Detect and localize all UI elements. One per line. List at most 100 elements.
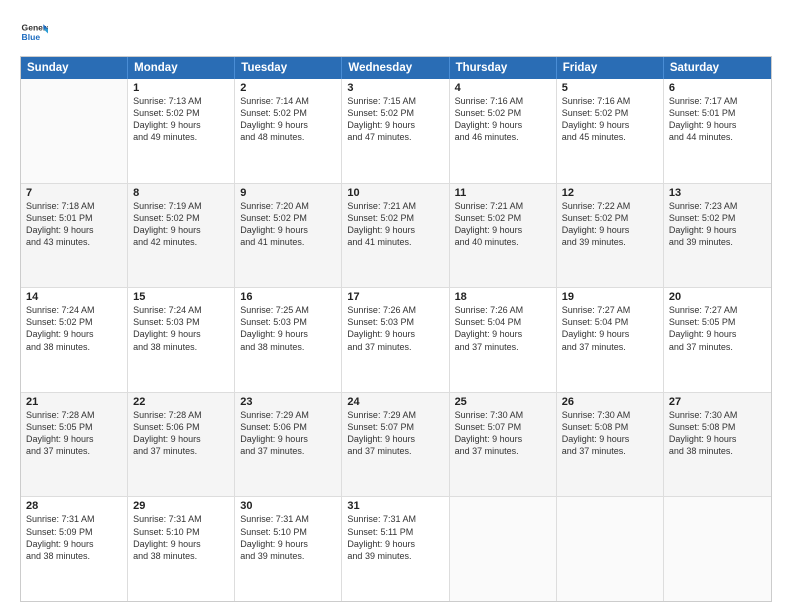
cal-cell-5-1: 28Sunrise: 7:31 AMSunset: 5:09 PMDayligh…	[21, 497, 128, 601]
cal-cell-4-2: 22Sunrise: 7:28 AMSunset: 5:06 PMDayligh…	[128, 393, 235, 497]
header-cell-friday: Friday	[557, 57, 664, 79]
cell-info-line: and 39 minutes.	[347, 550, 443, 562]
cal-cell-1-4: 3Sunrise: 7:15 AMSunset: 5:02 PMDaylight…	[342, 79, 449, 183]
cal-cell-4-4: 24Sunrise: 7:29 AMSunset: 5:07 PMDayligh…	[342, 393, 449, 497]
cell-info-line: Sunset: 5:08 PM	[562, 421, 658, 433]
cell-info-line: Sunset: 5:02 PM	[455, 212, 551, 224]
header-cell-monday: Monday	[128, 57, 235, 79]
cell-info-line: Sunset: 5:06 PM	[133, 421, 229, 433]
cell-info-line: Daylight: 9 hours	[26, 433, 122, 445]
cell-info-line: Sunrise: 7:29 AM	[347, 409, 443, 421]
cell-info-line: and 37 minutes.	[562, 445, 658, 457]
cell-info-line: and 37 minutes.	[455, 445, 551, 457]
cell-info-line: Sunset: 5:03 PM	[133, 316, 229, 328]
cell-info-line: and 48 minutes.	[240, 131, 336, 143]
cell-info-line: Sunrise: 7:24 AM	[133, 304, 229, 316]
cell-info-line: Sunrise: 7:29 AM	[240, 409, 336, 421]
cell-info-line: and 39 minutes.	[669, 236, 766, 248]
cal-cell-2-1: 7Sunrise: 7:18 AMSunset: 5:01 PMDaylight…	[21, 184, 128, 288]
cell-info-line: Sunrise: 7:19 AM	[133, 200, 229, 212]
cell-info-line: Sunset: 5:03 PM	[240, 316, 336, 328]
day-number: 5	[562, 82, 658, 94]
cell-info-line: Sunset: 5:02 PM	[347, 107, 443, 119]
cell-info-line: Sunrise: 7:21 AM	[347, 200, 443, 212]
cell-info-line: Sunrise: 7:20 AM	[240, 200, 336, 212]
svg-text:Blue: Blue	[22, 32, 41, 42]
cal-cell-2-5: 11Sunrise: 7:21 AMSunset: 5:02 PMDayligh…	[450, 184, 557, 288]
cal-cell-3-1: 14Sunrise: 7:24 AMSunset: 5:02 PMDayligh…	[21, 288, 128, 392]
cell-info-line: Daylight: 9 hours	[562, 119, 658, 131]
cell-info-line: and 38 minutes.	[26, 341, 122, 353]
day-number: 2	[240, 82, 336, 94]
calendar-body: 1Sunrise: 7:13 AMSunset: 5:02 PMDaylight…	[21, 79, 771, 601]
week-row-2: 7Sunrise: 7:18 AMSunset: 5:01 PMDaylight…	[21, 184, 771, 289]
cell-info-line: Sunrise: 7:30 AM	[669, 409, 766, 421]
cell-info-line: Sunrise: 7:28 AM	[26, 409, 122, 421]
cell-info-line: and 37 minutes.	[669, 341, 766, 353]
cell-info-line: Daylight: 9 hours	[562, 224, 658, 236]
day-number: 6	[669, 82, 766, 94]
cell-info-line: Sunset: 5:02 PM	[455, 107, 551, 119]
day-number: 22	[133, 396, 229, 408]
cell-info-line: Sunset: 5:05 PM	[26, 421, 122, 433]
day-number: 29	[133, 500, 229, 512]
day-number: 7	[26, 187, 122, 199]
cell-info-line: Daylight: 9 hours	[669, 119, 766, 131]
day-number: 23	[240, 396, 336, 408]
cell-info-line: Sunset: 5:03 PM	[347, 316, 443, 328]
cell-info-line: Daylight: 9 hours	[26, 538, 122, 550]
cell-info-line: and 37 minutes.	[562, 341, 658, 353]
cell-info-line: Sunset: 5:02 PM	[133, 107, 229, 119]
cal-cell-4-1: 21Sunrise: 7:28 AMSunset: 5:05 PMDayligh…	[21, 393, 128, 497]
cal-cell-1-1	[21, 79, 128, 183]
cell-info-line: Daylight: 9 hours	[455, 433, 551, 445]
cell-info-line: Sunset: 5:02 PM	[26, 316, 122, 328]
day-number: 3	[347, 82, 443, 94]
cell-info-line: Sunset: 5:10 PM	[240, 526, 336, 538]
week-row-5: 28Sunrise: 7:31 AMSunset: 5:09 PMDayligh…	[21, 497, 771, 601]
cal-cell-1-5: 4Sunrise: 7:16 AMSunset: 5:02 PMDaylight…	[450, 79, 557, 183]
cell-info-line: Sunset: 5:10 PM	[133, 526, 229, 538]
day-number: 30	[240, 500, 336, 512]
cell-info-line: Sunset: 5:07 PM	[455, 421, 551, 433]
cal-cell-4-3: 23Sunrise: 7:29 AMSunset: 5:06 PMDayligh…	[235, 393, 342, 497]
cell-info-line: Daylight: 9 hours	[133, 224, 229, 236]
cell-info-line: Sunset: 5:04 PM	[455, 316, 551, 328]
header: General Blue	[20, 18, 772, 46]
cell-info-line: Sunrise: 7:16 AM	[455, 95, 551, 107]
cal-cell-3-3: 16Sunrise: 7:25 AMSunset: 5:03 PMDayligh…	[235, 288, 342, 392]
cell-info-line: and 45 minutes.	[562, 131, 658, 143]
day-number: 16	[240, 291, 336, 303]
cal-cell-5-3: 30Sunrise: 7:31 AMSunset: 5:10 PMDayligh…	[235, 497, 342, 601]
day-number: 9	[240, 187, 336, 199]
cell-info-line: Daylight: 9 hours	[240, 433, 336, 445]
cal-cell-2-7: 13Sunrise: 7:23 AMSunset: 5:02 PMDayligh…	[664, 184, 771, 288]
day-number: 12	[562, 187, 658, 199]
cell-info-line: Daylight: 9 hours	[133, 538, 229, 550]
cal-cell-4-6: 26Sunrise: 7:30 AMSunset: 5:08 PMDayligh…	[557, 393, 664, 497]
cell-info-line: and 47 minutes.	[347, 131, 443, 143]
cell-info-line: Daylight: 9 hours	[669, 224, 766, 236]
cal-cell-1-7: 6Sunrise: 7:17 AMSunset: 5:01 PMDaylight…	[664, 79, 771, 183]
cell-info-line: Sunrise: 7:30 AM	[562, 409, 658, 421]
week-row-3: 14Sunrise: 7:24 AMSunset: 5:02 PMDayligh…	[21, 288, 771, 393]
cell-info-line: Sunrise: 7:15 AM	[347, 95, 443, 107]
cal-cell-2-2: 8Sunrise: 7:19 AMSunset: 5:02 PMDaylight…	[128, 184, 235, 288]
cell-info-line: Sunset: 5:02 PM	[562, 212, 658, 224]
day-number: 28	[26, 500, 122, 512]
cell-info-line: Sunrise: 7:31 AM	[240, 513, 336, 525]
cell-info-line: and 46 minutes.	[455, 131, 551, 143]
cell-info-line: Sunrise: 7:27 AM	[562, 304, 658, 316]
week-row-1: 1Sunrise: 7:13 AMSunset: 5:02 PMDaylight…	[21, 79, 771, 184]
cell-info-line: and 40 minutes.	[455, 236, 551, 248]
cell-info-line: Sunrise: 7:24 AM	[26, 304, 122, 316]
cell-info-line: Daylight: 9 hours	[455, 328, 551, 340]
cell-info-line: Daylight: 9 hours	[133, 119, 229, 131]
cell-info-line: Sunrise: 7:25 AM	[240, 304, 336, 316]
cell-info-line: and 39 minutes.	[562, 236, 658, 248]
cell-info-line: Daylight: 9 hours	[347, 433, 443, 445]
cell-info-line: and 38 minutes.	[133, 550, 229, 562]
cell-info-line: and 49 minutes.	[133, 131, 229, 143]
cell-info-line: Daylight: 9 hours	[347, 119, 443, 131]
day-number: 11	[455, 187, 551, 199]
